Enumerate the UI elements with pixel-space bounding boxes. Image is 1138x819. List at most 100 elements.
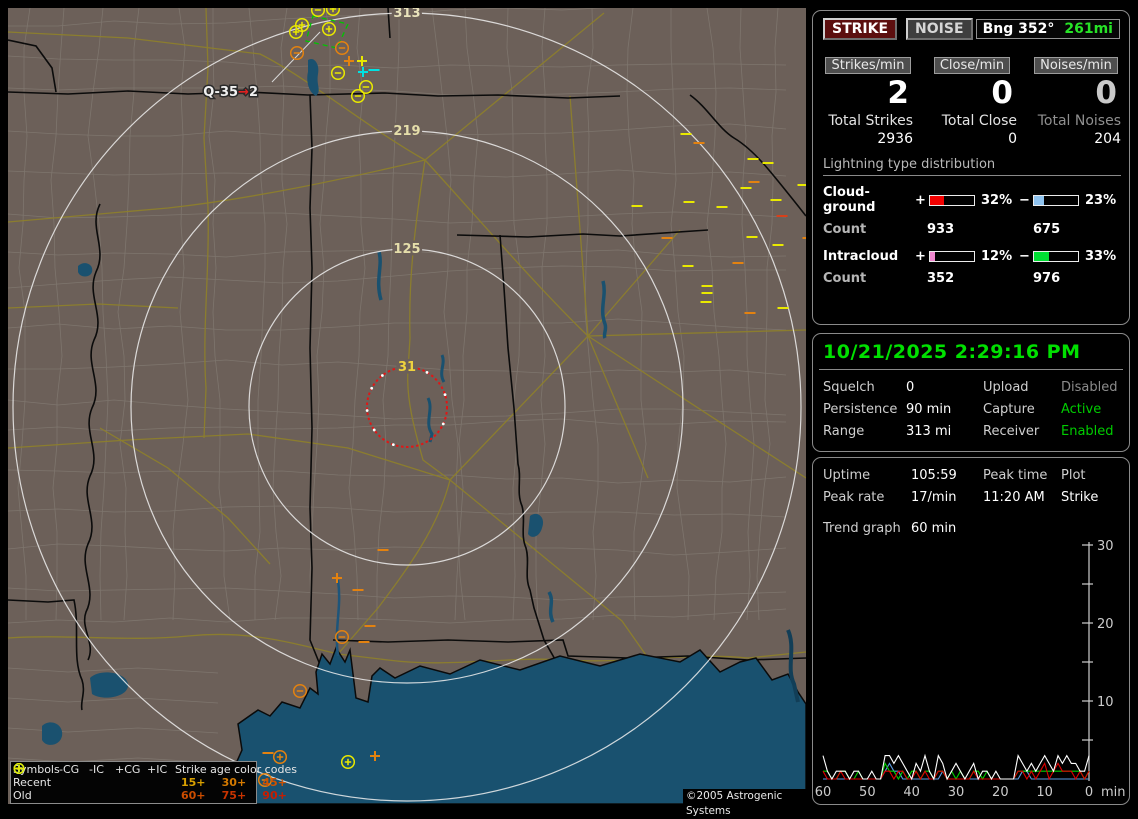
ring-dot [372, 428, 376, 432]
plot-value: Strike [1061, 490, 1099, 505]
legend-age-row: 15+ 30+ 45+ [175, 776, 297, 789]
ring-dot [391, 443, 395, 446]
legend-row-label: Old [13, 789, 32, 802]
legend-cp-icon [13, 763, 147, 802]
plot-label: Plot [1061, 468, 1086, 483]
x-axis-unit: min [1101, 785, 1126, 800]
range-value: 313 mi [906, 424, 952, 439]
y-tick-label: 20 [1097, 617, 1114, 632]
age-code-15+: 15+ [181, 776, 206, 789]
x-tick-label: 40 [903, 785, 920, 800]
trend-panel: 10 20 30 60 50 40 30 20 10 0 min Uptime 105:59 Pea… [812, 457, 1130, 805]
x-tick-label: 50 [859, 785, 876, 800]
trend-graph-value: 60 min [911, 521, 957, 536]
persistence-label: Persistence [823, 402, 898, 417]
ic-count-label: Count [823, 271, 867, 286]
peak-time-value: 11:20 AM [983, 490, 1045, 505]
bearing-distance: 261mi [1064, 21, 1113, 37]
total-close-value: 0 [1008, 131, 1017, 147]
upload-label: Upload [983, 380, 1029, 395]
x-tick-label: 20 [992, 785, 1009, 800]
uptime-label: Uptime [823, 468, 871, 483]
legend-p-icon [15, 764, 175, 802]
ring-dot [425, 370, 429, 374]
legend-p-icon [15, 764, 175, 789]
ring-distance-label: 219 [393, 124, 420, 139]
ring-dot [443, 393, 447, 397]
x-tick-label: 60 [815, 785, 832, 800]
capture-label: Capture [983, 402, 1035, 417]
storm-cell-label: Q-35→2 [203, 85, 258, 100]
total-close-label: Total Close [941, 113, 1017, 129]
legend-cp-icon [13, 763, 147, 789]
lightning-map[interactable]: 313 219 125 31 Q-35→2 Symbols -CG -IC +CG +IC St… [8, 8, 809, 817]
close-per-min-column: Close/min 0 Total Close 0 [925, 54, 1019, 147]
x-tick-label: 0 [1085, 785, 1093, 800]
age-code-90+: 90+ [262, 789, 287, 802]
strikes-per-min-value: 2 [887, 75, 909, 111]
ic-minus-pct: 33% [1085, 249, 1117, 264]
persistence-value: 90 min [906, 402, 952, 417]
squelch-value: 0 [906, 380, 915, 395]
noise-indicator-button[interactable]: NOISE [906, 18, 973, 40]
strikes-per-min-column: Strikes/min 2 Total Strikes 2936 [821, 54, 915, 147]
minus-sign: − [1019, 192, 1030, 208]
capture-status: Active [1061, 402, 1102, 417]
y-tick-label: 10 [1097, 695, 1114, 710]
receiver-label: Receiver [983, 424, 1040, 439]
ring-dot [365, 409, 369, 412]
app-window: { "header": { "strike_button": "STRIKE",… [0, 0, 1138, 817]
age-code-45+: 45+ [262, 776, 287, 789]
ic-plus-count: 352 [927, 271, 955, 286]
legend-m-icon [15, 767, 115, 802]
ring-dot [441, 422, 445, 426]
x-tick-label: 10 [1036, 785, 1053, 800]
age-code-75+: 75+ [221, 789, 247, 802]
ic-plus-pct: 12% [981, 249, 1013, 264]
age-code-60+: 60+ [181, 789, 206, 802]
squelch-label: Squelch [823, 380, 875, 395]
legend-cm-icon [13, 763, 89, 789]
minus-sign: − [1019, 249, 1030, 264]
plus-sign: + [915, 192, 926, 208]
noises-per-min-value: 0 [1095, 75, 1117, 111]
cg-plus-pct: 32% [981, 192, 1013, 208]
intracloud-label: Intracloud [823, 249, 899, 264]
legend-header: -CG [59, 763, 80, 776]
ring-distance-label: 125 [393, 242, 420, 257]
total-strikes-value: 2936 [877, 131, 913, 147]
total-strikes-label: Total Strikes [828, 113, 913, 129]
peak-time-label: Peak time [983, 468, 1048, 483]
copyright-text: ©2005 Astrogenic Systems [683, 789, 809, 817]
cg-minus-bar [1033, 194, 1079, 206]
close-per-min-header[interactable]: Close/min [933, 57, 1011, 74]
legend-age-row: 60+ 75+ 90+ [175, 789, 297, 802]
map-legend: Symbols -CG -IC +CG +IC Strike age color code… [10, 761, 297, 804]
cg-minus-count: 675 [1033, 222, 1061, 237]
strike-indicator-button[interactable]: STRIKE [823, 18, 898, 40]
total-noises-value: 204 [1094, 131, 1121, 147]
close-per-min-value: 0 [991, 75, 1013, 111]
legend-row-label: Recent [13, 776, 52, 789]
legend-cm-icon [13, 763, 89, 802]
trend-series-white [822, 753, 1090, 781]
receiver-status: Enabled [1061, 424, 1114, 439]
strikes-per-min-header[interactable]: Strikes/min [825, 57, 911, 74]
x-tick-label: 30 [948, 785, 965, 800]
lightning-distribution: Lightning type distribution Cloud-ground… [813, 147, 1129, 286]
ic-plus-bar [929, 251, 975, 262]
bearing-label: Bng 352° [982, 21, 1055, 37]
ring-distance-label: 313 [393, 8, 420, 21]
ic-minus-bar [1033, 251, 1079, 262]
counters-panel: STRIKE NOISE Bng 352° 261mi Strikes/min 2… [812, 10, 1130, 325]
legend-header: -IC [89, 763, 104, 776]
plus-sign: + [915, 249, 926, 264]
trend-graph-label: Trend graph [823, 521, 901, 536]
noises-per-min-header[interactable]: Noises/min [1034, 57, 1118, 74]
uptime-value: 105:59 [911, 468, 957, 483]
age-code-30+: 30+ [221, 776, 247, 789]
status-panel: 10/21/2025 2:29:16 PM Squelch 0 Upload D… [812, 333, 1130, 452]
ring-dot [380, 374, 384, 377]
range-label: Range [823, 424, 865, 439]
legend-header: +CG [115, 763, 141, 776]
